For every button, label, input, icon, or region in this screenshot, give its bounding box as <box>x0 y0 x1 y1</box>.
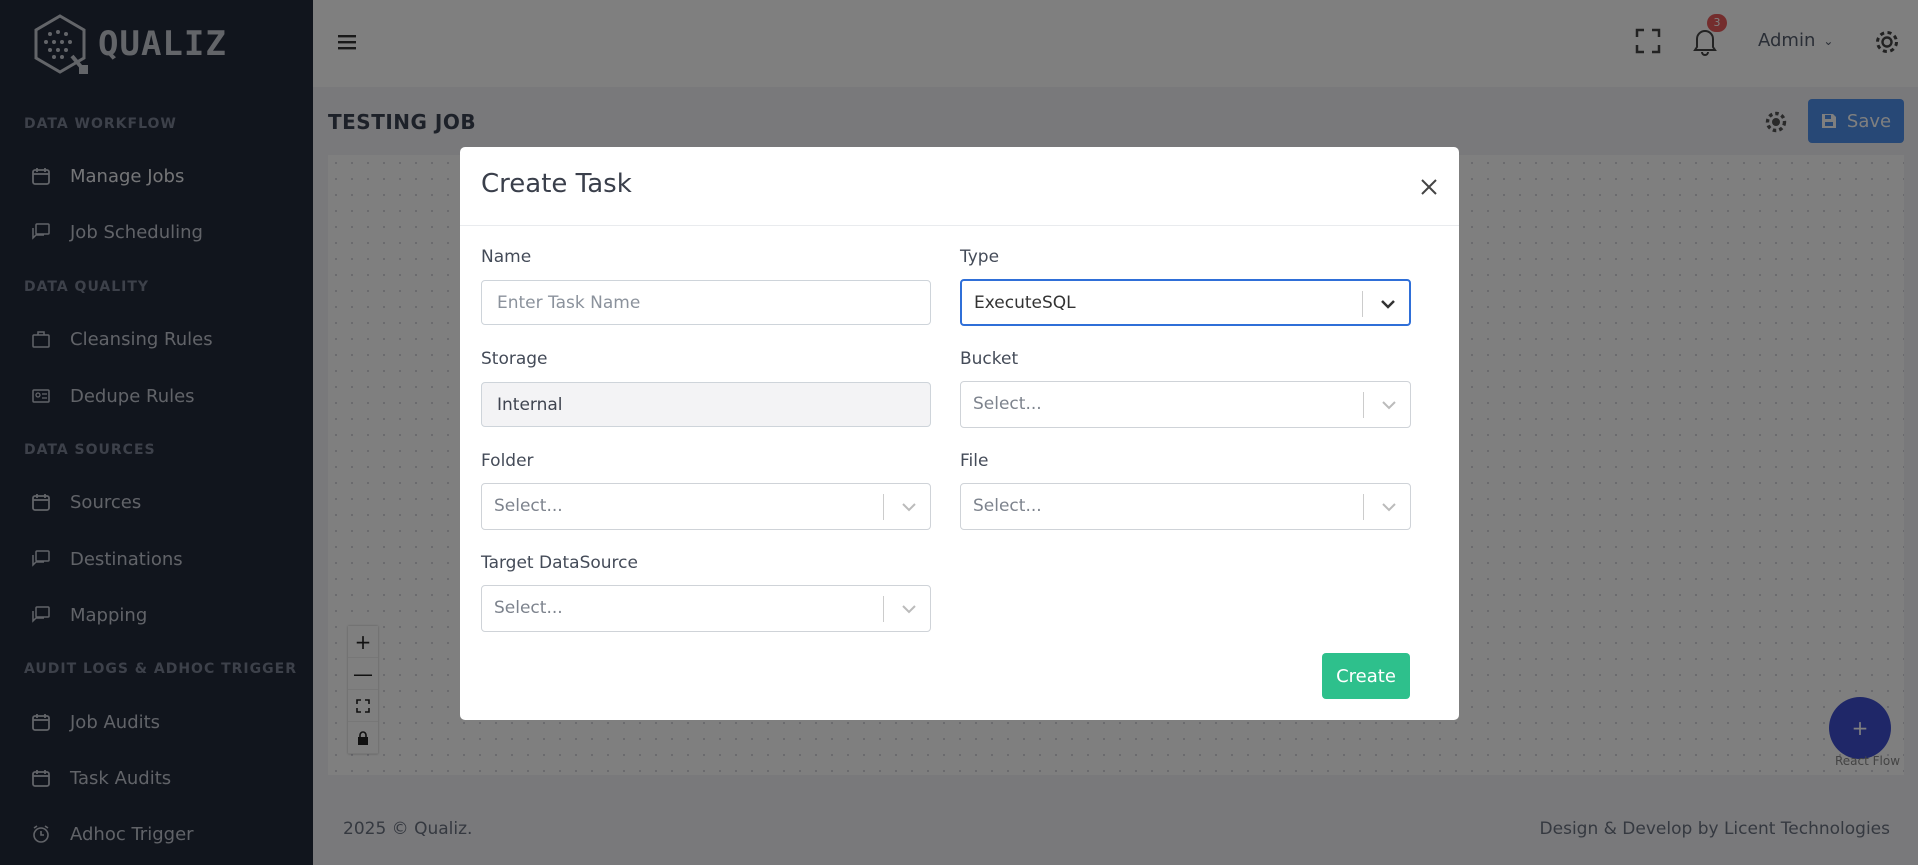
bucket-label: Bucket <box>960 349 1019 369</box>
storage-input <box>481 382 931 427</box>
file-select-value: Select... <box>973 496 1042 516</box>
create-button[interactable]: Create <box>1322 653 1410 699</box>
bucket-select-value: Select... <box>973 394 1042 414</box>
select-separator <box>883 494 884 520</box>
chevron-down-icon <box>902 605 916 614</box>
modal-title: Create Task <box>481 169 632 199</box>
target-datasource-select[interactable]: Select... <box>481 585 931 632</box>
select-separator <box>1363 392 1364 418</box>
task-name-input[interactable] <box>481 280 931 325</box>
select-separator <box>1363 494 1364 520</box>
name-label: Name <box>481 247 532 267</box>
close-icon <box>1421 179 1437 195</box>
type-label: Type <box>960 247 1000 267</box>
chevron-down-icon <box>1382 503 1396 512</box>
file-select[interactable]: Select... <box>960 483 1411 530</box>
target-datasource-label: Target DataSource <box>481 553 638 573</box>
close-button[interactable] <box>1415 173 1443 201</box>
chevron-down-icon <box>902 503 916 512</box>
create-task-modal: Create Task Name Type ExecuteSQL Storage… <box>460 147 1459 720</box>
folder-label: Folder <box>481 451 534 471</box>
type-select-value: ExecuteSQL <box>974 293 1076 313</box>
chevron-down-icon <box>1381 300 1395 309</box>
target-datasource-select-value: Select... <box>494 598 563 618</box>
folder-select[interactable]: Select... <box>481 483 931 530</box>
bucket-select[interactable]: Select... <box>960 381 1411 428</box>
type-select[interactable]: ExecuteSQL <box>960 279 1411 326</box>
select-separator <box>1362 291 1363 317</box>
folder-select-value: Select... <box>494 496 563 516</box>
storage-label: Storage <box>481 349 548 369</box>
chevron-down-icon <box>1382 401 1396 410</box>
select-separator <box>883 596 884 622</box>
file-label: File <box>960 451 989 471</box>
modal-header: Create Task <box>460 147 1459 226</box>
